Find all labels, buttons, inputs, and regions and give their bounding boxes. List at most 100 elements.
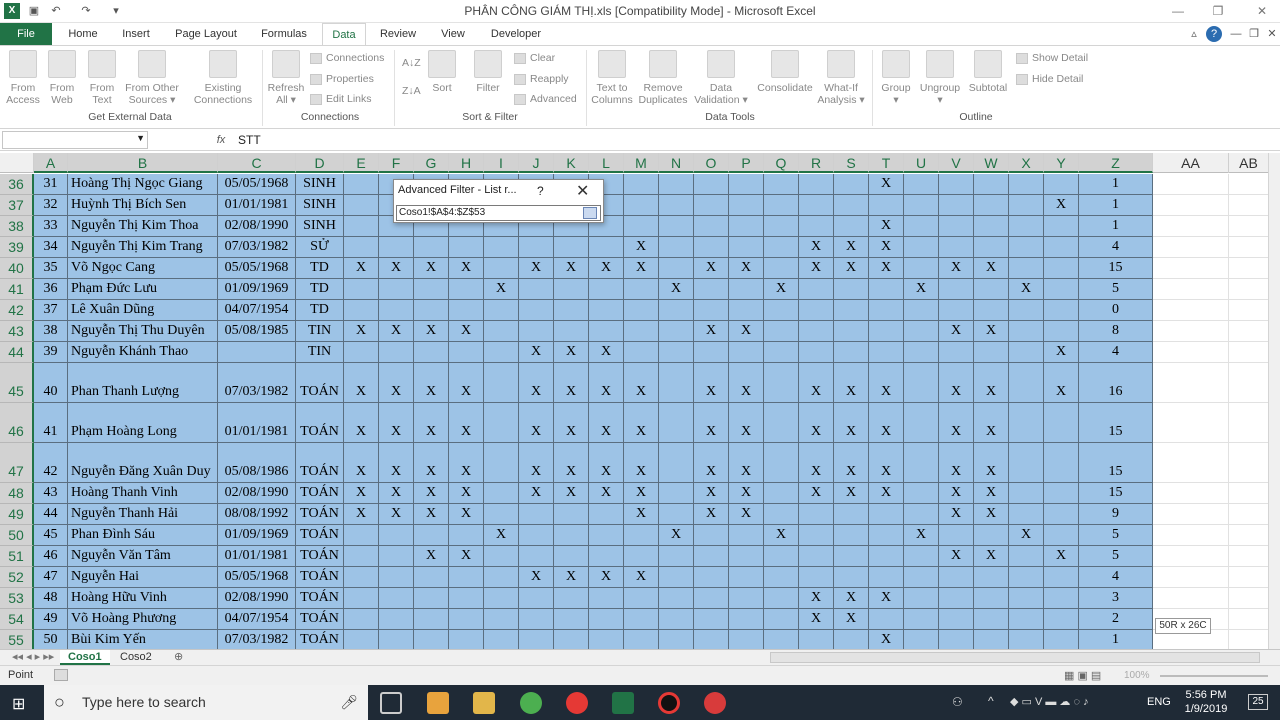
cell-mark[interactable]: [729, 525, 764, 546]
cell-mark[interactable]: [834, 342, 869, 363]
column-header-m[interactable]: M: [624, 153, 659, 173]
cell-mark[interactable]: X: [344, 363, 379, 403]
cell-total[interactable]: 2: [1079, 609, 1153, 630]
cell-mark[interactable]: [694, 300, 729, 321]
cell-mark[interactable]: [1009, 174, 1044, 195]
cell-mark[interactable]: [554, 588, 589, 609]
cell-mark[interactable]: [484, 588, 519, 609]
cell-stt[interactable]: 36: [34, 279, 68, 300]
column-header-x[interactable]: X: [1009, 153, 1044, 173]
cell-mark[interactable]: X: [974, 363, 1009, 403]
cell-mark[interactable]: [519, 546, 554, 567]
cell-mark[interactable]: [869, 525, 904, 546]
cell-mark[interactable]: X: [659, 279, 694, 300]
cell-empty[interactable]: [1229, 342, 1268, 363]
select-all-corner[interactable]: [0, 153, 34, 173]
cell-mark[interactable]: [519, 525, 554, 546]
cell-mark[interactable]: [659, 195, 694, 216]
cell-mark[interactable]: [589, 525, 624, 546]
from-text-button[interactable]: From Text: [84, 50, 120, 106]
chevron-down-icon[interactable]: ▼: [136, 133, 145, 143]
cell-mark[interactable]: [694, 588, 729, 609]
cell-mark[interactable]: [1044, 237, 1079, 258]
cell-mark[interactable]: [764, 567, 799, 588]
cell-mark[interactable]: [904, 483, 939, 504]
cell-stt[interactable]: 40: [34, 363, 68, 403]
cell-mark[interactable]: X: [939, 504, 974, 525]
cell-mark[interactable]: [834, 546, 869, 567]
cell-mark[interactable]: [1009, 588, 1044, 609]
cell-subject[interactable]: TD: [296, 300, 344, 321]
column-header-l[interactable]: L: [589, 153, 624, 173]
cell-mark[interactable]: [449, 525, 484, 546]
cell-mark[interactable]: X: [519, 403, 554, 443]
cell-mark[interactable]: [694, 630, 729, 649]
cell-empty[interactable]: [1229, 403, 1268, 443]
ungroup-button[interactable]: Ungroup ▾: [916, 50, 964, 106]
cell-mark[interactable]: [554, 525, 589, 546]
refresh-all-button[interactable]: Refresh All ▾: [266, 50, 306, 106]
cell-empty[interactable]: [1153, 443, 1229, 483]
cell-mark[interactable]: [344, 342, 379, 363]
cell-mark[interactable]: [1009, 342, 1044, 363]
cell-stt[interactable]: 34: [34, 237, 68, 258]
cell-mark[interactable]: [1044, 588, 1079, 609]
cell-date[interactable]: 08/08/1992: [218, 504, 296, 525]
cell-mark[interactable]: X: [589, 258, 624, 279]
help-icon[interactable]: ?: [537, 184, 544, 198]
column-header-v[interactable]: V: [939, 153, 974, 173]
cell-empty[interactable]: [1229, 258, 1268, 279]
cell-total[interactable]: 3: [1079, 588, 1153, 609]
cell-total[interactable]: 1: [1079, 630, 1153, 649]
cell-mark[interactable]: [484, 609, 519, 630]
cell-mark[interactable]: [589, 630, 624, 649]
tab-home[interactable]: Home: [60, 23, 106, 45]
cell-name[interactable]: Hoàng Thị Ngọc Giang: [68, 174, 218, 195]
cell-mark[interactable]: [834, 300, 869, 321]
cell-mark[interactable]: [379, 588, 414, 609]
row-header[interactable]: 55: [0, 630, 34, 649]
cell-mark[interactable]: [974, 174, 1009, 195]
windows-start-icon[interactable]: ⊞: [12, 694, 25, 714]
cell-name[interactable]: Phan Thanh Lượng: [68, 363, 218, 403]
cell-mark[interactable]: X: [344, 403, 379, 443]
cell-mark[interactable]: [974, 525, 1009, 546]
cell-mark[interactable]: [519, 237, 554, 258]
cell-mark[interactable]: X: [449, 403, 484, 443]
cell-empty[interactable]: [1153, 279, 1229, 300]
cell-mark[interactable]: [764, 588, 799, 609]
cell-mark[interactable]: [764, 321, 799, 342]
cell-total[interactable]: 9: [1079, 504, 1153, 525]
cell-mark[interactable]: [484, 300, 519, 321]
cell-subject[interactable]: SINH: [296, 195, 344, 216]
cell-mark[interactable]: [659, 630, 694, 649]
vertical-scrollbar[interactable]: [1268, 153, 1280, 649]
cell-stt[interactable]: 44: [34, 504, 68, 525]
cell-mark[interactable]: [659, 342, 694, 363]
cell-mark[interactable]: [449, 237, 484, 258]
cell-mark[interactable]: [904, 609, 939, 630]
cell-mark[interactable]: [379, 609, 414, 630]
row-header[interactable]: 42: [0, 300, 34, 321]
cell-mark[interactable]: [694, 195, 729, 216]
cell-date[interactable]: 01/09/1969: [218, 525, 296, 546]
cell-mark[interactable]: X: [554, 443, 589, 483]
cell-mark[interactable]: [904, 403, 939, 443]
what-if-analysis-button[interactable]: What-If Analysis ▾: [816, 50, 866, 106]
cell-stt[interactable]: 45: [34, 525, 68, 546]
cell-mark[interactable]: X: [379, 504, 414, 525]
cell-subject[interactable]: TD: [296, 258, 344, 279]
cell-mark[interactable]: [869, 321, 904, 342]
cell-mark[interactable]: X: [694, 443, 729, 483]
cell-mark[interactable]: X: [379, 483, 414, 504]
cell-mark[interactable]: X: [834, 588, 869, 609]
cell-mark[interactable]: X: [589, 483, 624, 504]
cell-mark[interactable]: [414, 630, 449, 649]
clear-button[interactable]: Clear: [514, 49, 555, 67]
cell-mark[interactable]: [729, 237, 764, 258]
cell-mark[interactable]: [659, 258, 694, 279]
cell-subject[interactable]: TOÁN: [296, 567, 344, 588]
cell-subject[interactable]: TOÁN: [296, 630, 344, 649]
cell-mark[interactable]: [834, 525, 869, 546]
cell-date[interactable]: 04/07/1954: [218, 609, 296, 630]
